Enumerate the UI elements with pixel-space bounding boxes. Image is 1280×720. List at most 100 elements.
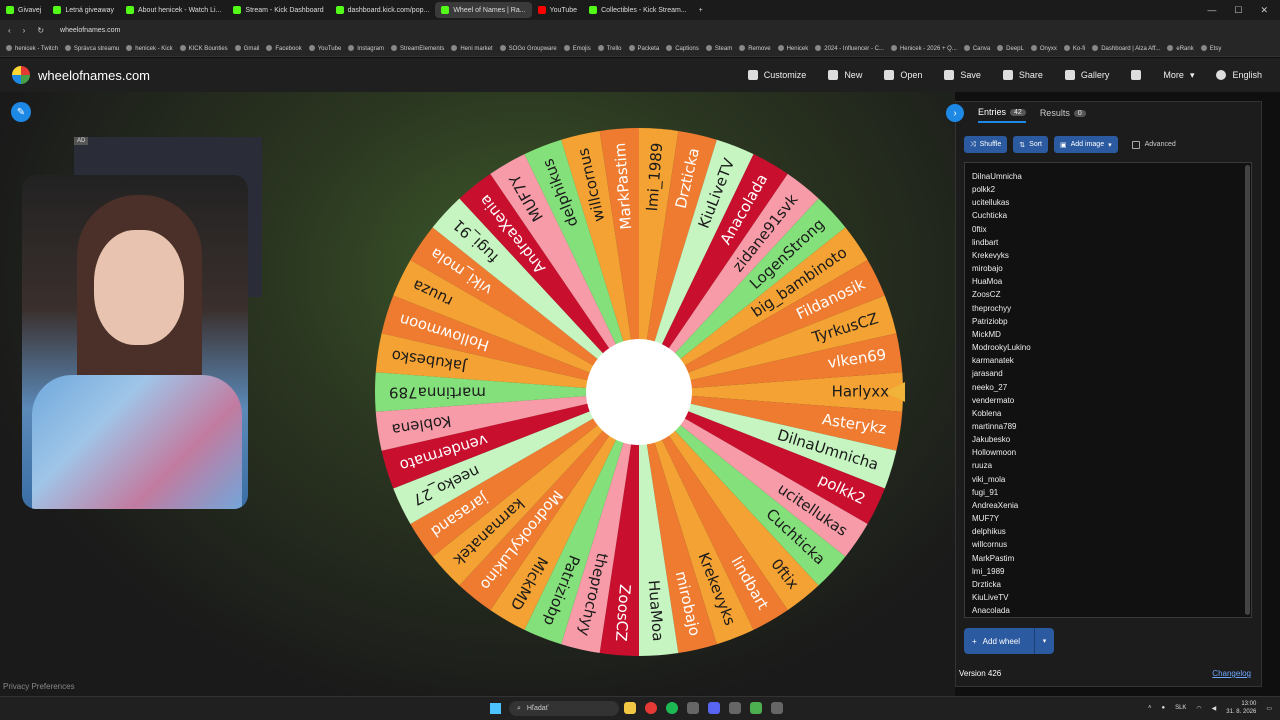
browser-tab[interactable]: About henicek - Watch Li... xyxy=(120,2,227,18)
fullscreen-button[interactable] xyxy=(1131,70,1142,81)
menu-label: Save xyxy=(960,70,981,80)
chevron-up-icon[interactable]: ˄ xyxy=(1148,705,1152,711)
add-image-button[interactable]: ▣ Add image ▾ xyxy=(1054,136,1118,153)
bookmark[interactable]: Správca streamu xyxy=(65,45,119,52)
bookmark[interactable]: Heni market xyxy=(451,45,492,52)
bookmark[interactable]: 2024 - Influencer - C... xyxy=(815,45,884,52)
bookmark[interactable]: Remove xyxy=(739,45,770,52)
browser-tab[interactable]: Letná giveaway xyxy=(47,2,120,18)
app-icon[interactable] xyxy=(687,702,699,714)
entry-line: Koblena xyxy=(972,408,1002,418)
browser-tab[interactable]: YouTube xyxy=(532,2,584,18)
bookmark[interactable]: Captions xyxy=(666,45,699,52)
open-button[interactable]: Open xyxy=(884,70,922,81)
tab-label: dashboard.kick.com/pop... xyxy=(347,6,430,14)
palette-icon xyxy=(747,70,758,80)
browser-tab-active[interactable]: Wheel of Names | Ra... xyxy=(435,2,532,18)
share-button[interactable]: Share xyxy=(1002,70,1043,81)
windows-start-icon[interactable] xyxy=(490,703,501,714)
privacy-preferences-link[interactable]: Privacy Preferences xyxy=(3,682,75,691)
bookmark[interactable]: Emojis xyxy=(564,45,591,52)
wheel-center-button[interactable] xyxy=(586,339,692,445)
bookmark[interactable]: Henicek xyxy=(778,45,809,52)
new-button[interactable]: New xyxy=(828,70,862,81)
file-explorer-icon[interactable] xyxy=(624,702,636,714)
bookmark[interactable]: KICK Bounties xyxy=(180,45,228,52)
language-indicator[interactable]: SLK xyxy=(1175,705,1186,711)
advanced-checkbox[interactable]: Advanced xyxy=(1131,140,1176,149)
back-icon[interactable]: ‹ xyxy=(8,26,11,35)
tab-results[interactable]: Results 0 xyxy=(1040,104,1086,122)
language-button[interactable]: English xyxy=(1216,70,1262,81)
bookmark[interactable]: Trello xyxy=(598,45,622,52)
gallery-button[interactable]: Gallery xyxy=(1064,70,1109,81)
bookmark[interactable]: SOGo Groupware xyxy=(500,45,557,52)
customize-button[interactable]: Customize xyxy=(747,70,807,81)
close-icon[interactable]: ✕ xyxy=(1260,5,1268,16)
sort-button[interactable]: ⇅ Sort xyxy=(1013,136,1048,153)
microphone-icon[interactable]: ● xyxy=(1161,705,1165,711)
bookmark[interactable]: DeepL xyxy=(997,45,1024,52)
url-field[interactable]: wheelofnames.com xyxy=(60,27,120,34)
changelog-link[interactable]: Changelog xyxy=(1212,669,1251,678)
maximize-icon[interactable]: ☐ xyxy=(1234,5,1242,16)
bookmark[interactable]: henicek - Kick xyxy=(126,45,172,52)
bookmark[interactable]: Henicek - 2026 + Q... xyxy=(891,45,957,52)
bookmark[interactable]: Ko-fi xyxy=(1064,45,1085,52)
taskbar-search[interactable]: ⌕ Hľadať xyxy=(509,701,619,716)
tab-entries[interactable]: Entries 42 xyxy=(978,103,1026,123)
clock[interactable]: 13:00 31. 8. 2026 xyxy=(1226,700,1256,716)
new-tab-button[interactable]: + xyxy=(693,2,709,18)
notes-icon[interactable] xyxy=(750,702,762,714)
add-wheel-button[interactable]: + Add wheel ▾ xyxy=(964,628,1054,654)
minimize-icon[interactable]: — xyxy=(1207,5,1216,16)
bookmark[interactable]: Etsy xyxy=(1201,45,1222,52)
discord-icon[interactable] xyxy=(708,702,720,714)
checkbox-box[interactable] xyxy=(1131,140,1140,149)
entry-line: MUF7Y xyxy=(972,514,1000,524)
browser-tab[interactable]: dashboard.kick.com/pop... xyxy=(330,2,436,18)
notification-icon[interactable]: ▭ xyxy=(1266,705,1272,712)
entries-textarea[interactable]: DilnaUmnicha polkk2 ucitellukas Cuchticka 0f… xyxy=(964,162,1252,618)
save-button[interactable]: Save xyxy=(944,70,981,81)
browser-tab[interactable]: Givavej xyxy=(0,2,47,18)
bookmark[interactable]: Packeta xyxy=(629,45,660,52)
bookmark[interactable]: Gmail xyxy=(235,45,260,52)
wheel[interactable]: Harlyxx Asterykz DilnaUmnicha polkk2 ucitell… xyxy=(373,126,921,658)
volume-icon[interactable]: ◀ xyxy=(1212,705,1217,712)
spotify-icon[interactable] xyxy=(666,702,678,714)
bookmark[interactable]: Onyxx xyxy=(1031,45,1057,52)
app-icon[interactable] xyxy=(729,702,741,714)
wheel-svg[interactable]: HarlyxxAsterykzDilnaUmnichapolkk2ucitell… xyxy=(373,126,921,658)
tab-favicon-icon xyxy=(589,6,598,14)
bookmark[interactable]: Instagram xyxy=(348,45,384,52)
entry-line: martinna789 xyxy=(972,421,1017,431)
browser-tab[interactable]: Stream - Kick Dashboard xyxy=(227,2,329,18)
bookmark[interactable]: Dashboard | Alza Aff... xyxy=(1092,45,1160,52)
edit-pencil-icon[interactable]: ✎ xyxy=(11,102,31,122)
forward-icon[interactable]: › xyxy=(23,26,26,35)
wifi-icon[interactable]: ◠ xyxy=(1196,705,1201,712)
browser-tab[interactable]: Collectibles - Kick Stream... xyxy=(583,2,693,18)
reload-icon[interactable]: ↻ xyxy=(37,26,44,35)
menu-label: New xyxy=(844,70,863,80)
button-label: Shuffle xyxy=(979,141,1002,148)
bookmark[interactable]: eRank xyxy=(1167,45,1193,52)
entries-scrollbar[interactable] xyxy=(1245,165,1250,615)
menu-label: Customize xyxy=(763,70,807,80)
bookmark[interactable]: Steam xyxy=(706,45,732,52)
opera-icon[interactable] xyxy=(645,702,657,714)
collapse-chevron-icon[interactable]: › xyxy=(946,104,964,122)
bookmark[interactable]: Facebook xyxy=(266,45,301,52)
app-icon[interactable] xyxy=(771,702,783,714)
tab-favicon-icon xyxy=(53,6,62,14)
site-logo[interactable]: wheelofnames.com xyxy=(12,66,150,84)
entry-line: mirobajo xyxy=(972,264,1003,274)
shuffle-button[interactable]: ⤨ Shuffle xyxy=(964,136,1008,153)
bookmark[interactable]: YouTube xyxy=(309,45,342,52)
more-button[interactable]: More ▾ xyxy=(1163,70,1194,81)
bookmark[interactable]: Canva xyxy=(964,45,990,52)
chevron-down-icon[interactable]: ▾ xyxy=(1034,628,1054,654)
bookmark[interactable]: henicek - Twitch xyxy=(6,45,58,52)
bookmark[interactable]: StreamElements xyxy=(391,45,444,52)
